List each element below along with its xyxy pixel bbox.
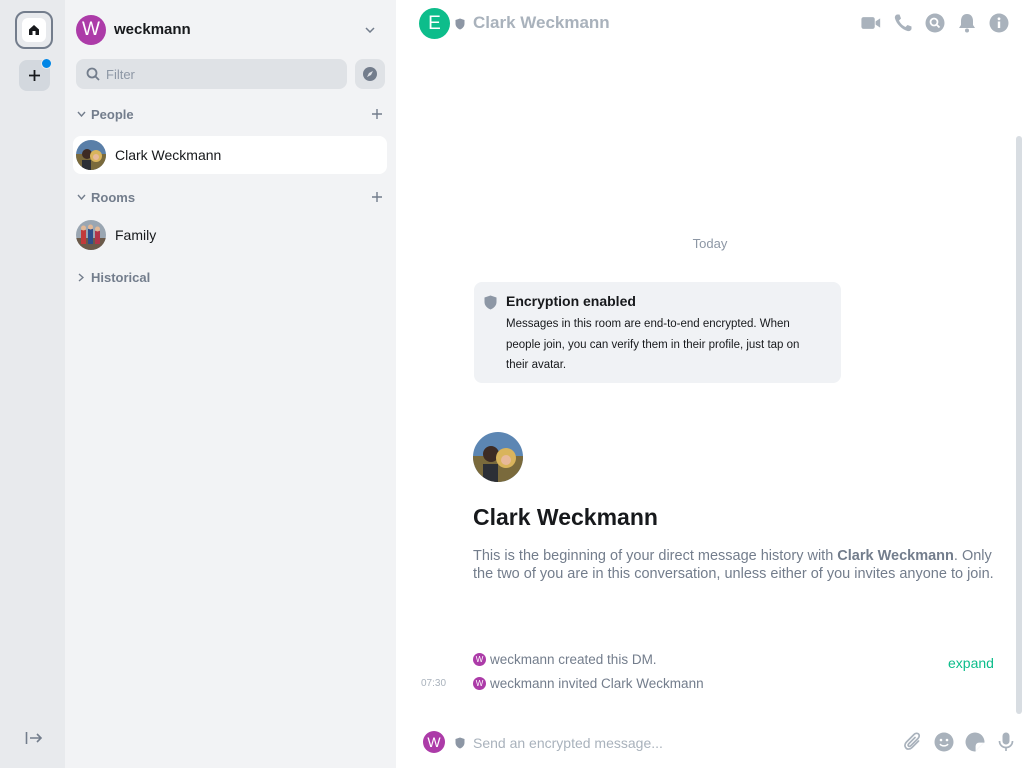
- filter-field[interactable]: [76, 59, 347, 89]
- historical-section-label: Historical: [91, 269, 151, 285]
- rooms-section-header[interactable]: Rooms: [75, 187, 385, 207]
- user-menu-button[interactable]: W weckmann: [76, 14, 381, 45]
- timeline-event: W weckmann created this DM.: [473, 652, 657, 667]
- people-section-header[interactable]: People: [75, 104, 385, 124]
- room-name: Family: [115, 227, 157, 243]
- home-icon: [22, 18, 46, 42]
- search-icon: [86, 67, 100, 81]
- home-space-button[interactable]: [15, 11, 53, 49]
- room-tile-family[interactable]: Family: [73, 216, 387, 254]
- room-tile-clark-weckmann[interactable]: Clark Weckmann: [73, 136, 387, 174]
- search-icon[interactable]: [925, 12, 945, 34]
- intro-text-name: Clark Weckmann: [837, 548, 954, 564]
- message-composer: W: [396, 724, 1024, 768]
- event-text: weckmann created this DM.: [490, 652, 657, 667]
- add-room-button[interactable]: [369, 189, 385, 205]
- start-chat-button[interactable]: [369, 106, 385, 122]
- notification-dot: [41, 58, 52, 69]
- user-avatar: W: [76, 14, 106, 45]
- expand-events-link[interactable]: expand: [948, 655, 994, 671]
- explore-rooms-button[interactable]: [355, 59, 385, 89]
- plus-icon: [372, 192, 382, 202]
- historical-section-header[interactable]: Historical: [75, 267, 385, 287]
- avatar: [76, 220, 106, 250]
- room-name: Clark Weckmann: [115, 147, 222, 163]
- voice-call-icon[interactable]: [893, 12, 913, 34]
- avatar: [76, 140, 106, 170]
- dm-intro-text: This is the beginning of your direct mes…: [473, 547, 1013, 583]
- chevron-down-icon: [75, 191, 87, 203]
- emoji-icon[interactable]: [933, 731, 954, 752]
- encryption-description: Messages in this room are end-to-end enc…: [506, 318, 800, 371]
- avatar[interactable]: [473, 432, 523, 482]
- room-title[interactable]: Clark Weckmann: [473, 13, 610, 33]
- room-avatar[interactable]: E: [419, 8, 450, 39]
- video-call-icon[interactable]: [861, 12, 881, 34]
- bell-icon[interactable]: [957, 12, 977, 34]
- rooms-section-label: Rooms: [91, 189, 136, 205]
- chevron-right-icon: [75, 271, 87, 283]
- compass-icon: [363, 67, 377, 81]
- room-header: E Clark Weckmann: [396, 0, 1024, 48]
- timeline-event: W weckmann invited Clark Weckmann: [473, 676, 704, 691]
- plus-icon: [29, 70, 40, 81]
- avatar: W: [473, 677, 486, 690]
- avatar: W: [423, 731, 445, 753]
- event-timestamp: 07:30: [421, 678, 447, 689]
- shield-icon: [484, 295, 497, 315]
- timeline-scrollbar[interactable]: [1016, 136, 1022, 714]
- intro-text-before: This is the beginning of your direct mes…: [473, 548, 838, 564]
- space-bar: [0, 0, 65, 768]
- date-separator: Today: [692, 236, 728, 251]
- microphone-icon[interactable]: [995, 731, 1016, 752]
- avatar: W: [473, 653, 486, 666]
- chevron-down-icon: [75, 108, 87, 120]
- room-list-panel: W weckmann People: [65, 0, 396, 768]
- user-display-name: weckmann: [114, 21, 191, 38]
- encryption-title: Encryption enabled: [506, 293, 636, 309]
- shield-icon: [455, 17, 465, 35]
- info-icon[interactable]: [989, 12, 1009, 34]
- sticker-icon[interactable]: [964, 731, 985, 752]
- event-text: weckmann invited Clark Weckmann: [490, 676, 704, 691]
- composer-actions: [902, 731, 1016, 752]
- chevron-down-icon: [363, 23, 377, 37]
- shield-icon: [455, 736, 465, 754]
- plus-icon: [372, 109, 382, 119]
- expand-icon: [25, 732, 43, 744]
- header-actions: [861, 12, 1009, 34]
- encryption-notice: Encryption enabled Messages in this room…: [474, 282, 841, 383]
- room-view: E Clark Weckmann Today Encryption enable…: [396, 0, 1024, 768]
- expand-sidebar-button[interactable]: [24, 728, 44, 748]
- people-section-label: People: [91, 106, 134, 122]
- dm-intro-name: Clark Weckmann: [473, 504, 658, 530]
- attachment-icon[interactable]: [902, 731, 923, 752]
- filter-input[interactable]: [106, 66, 326, 82]
- message-input[interactable]: [473, 733, 873, 753]
